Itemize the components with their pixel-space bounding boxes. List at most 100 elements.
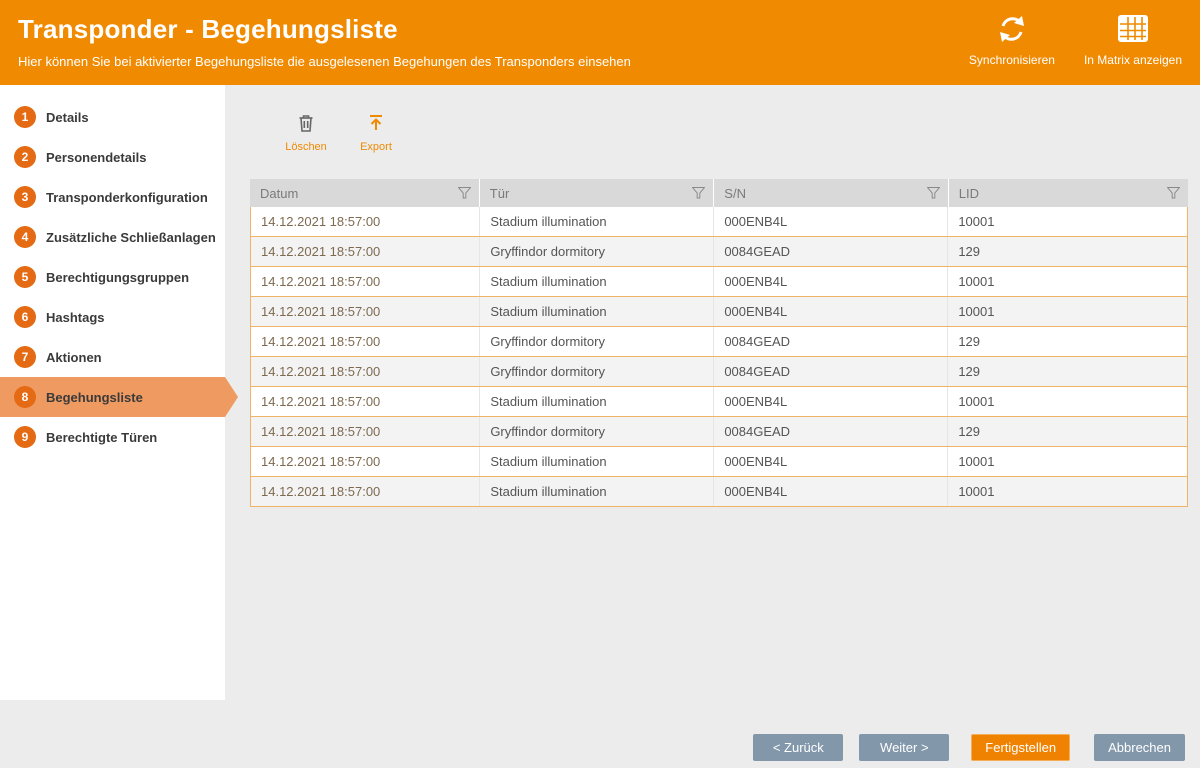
sidebar-item-label: Hashtags: [46, 310, 105, 325]
filter-icon[interactable]: [1167, 187, 1180, 199]
table-row[interactable]: 14.12.2021 18:57:00Gryffindor dormitory0…: [251, 357, 1187, 387]
sidebar-item-9[interactable]: 9Berechtigte Türen: [0, 417, 225, 457]
cell-datum: 14.12.2021 18:57:00: [251, 447, 480, 476]
content-area: Löschen Export DatumTürS/NLID 14.12.2: [225, 85, 1200, 700]
matrix-icon: [1117, 14, 1149, 49]
app-header: Transponder - Begehungsliste Hier können…: [0, 0, 1200, 85]
cell-tuer: Stadium illumination: [480, 477, 714, 506]
step-number-badge: 1: [14, 106, 36, 128]
cell-datum: 14.12.2021 18:57:00: [251, 297, 480, 326]
export-button[interactable]: Export: [350, 113, 402, 153]
column-header-1[interactable]: Datum: [250, 179, 480, 207]
step-number-badge: 8: [14, 386, 36, 408]
cell-lid: 129: [948, 237, 1187, 266]
step-number-badge: 4: [14, 226, 36, 248]
cell-sn: 000ENB4L: [714, 207, 948, 236]
table-row[interactable]: 14.12.2021 18:57:00Gryffindor dormitory0…: [251, 417, 1187, 447]
finish-button[interactable]: Fertigstellen: [971, 734, 1070, 761]
cell-tuer: Gryffindor dormitory: [480, 327, 714, 356]
back-button[interactable]: < Zurück: [753, 734, 843, 761]
export-icon: [366, 113, 386, 138]
step-number-badge: 6: [14, 306, 36, 328]
column-header-label: Tür: [490, 186, 510, 201]
show-in-matrix-button[interactable]: In Matrix anzeigen: [1084, 14, 1182, 67]
table-row[interactable]: 14.12.2021 18:57:00Gryffindor dormitory0…: [251, 327, 1187, 357]
sidebar-item-label: Zusätzliche Schließanlagen: [46, 230, 216, 245]
column-header-label: S/N: [724, 186, 746, 201]
cell-datum: 14.12.2021 18:57:00: [251, 357, 480, 386]
table-body: 14.12.2021 18:57:00Stadium illumination0…: [250, 207, 1188, 507]
table-row[interactable]: 14.12.2021 18:57:00Stadium illumination0…: [251, 267, 1187, 297]
sidebar-item-5[interactable]: 5Berechtigungsgruppen: [0, 257, 225, 297]
filter-icon[interactable]: [458, 187, 471, 199]
column-header-4[interactable]: LID: [949, 179, 1188, 207]
column-header-3[interactable]: S/N: [714, 179, 949, 207]
sidebar-item-label: Berechtigungsgruppen: [46, 270, 189, 285]
cell-sn: 000ENB4L: [714, 447, 948, 476]
header-actions: Synchronisieren In Matrix anzeigen: [966, 14, 1182, 67]
table-row[interactable]: 14.12.2021 18:57:00Gryffindor dormitory0…: [251, 237, 1187, 267]
column-header-label: LID: [959, 186, 979, 201]
main-row: 1 Details 2Personendetails3Transponderkonf…: [0, 85, 1200, 700]
sidebar-item-label: Details: [46, 110, 89, 125]
cell-lid: 10001: [948, 207, 1187, 236]
cell-tuer: Gryffindor dormitory: [480, 417, 714, 446]
step-number-badge: 7: [14, 346, 36, 368]
sidebar-item-3[interactable]: 3Transponderkonfiguration: [0, 177, 225, 217]
delete-label: Löschen: [285, 141, 327, 153]
sidebar-item-2[interactable]: 2Personendetails: [0, 137, 225, 177]
sidebar-item-4[interactable]: 4 Zusätzliche Schließanlagen: [0, 217, 225, 257]
footer-bar: < Zurück Weiter > Fertigstellen Abbreche…: [0, 700, 1200, 768]
show-in-matrix-label: In Matrix anzeigen: [1084, 53, 1182, 67]
cell-sn: 0084GEAD: [714, 237, 948, 266]
cell-sn: 000ENB4L: [714, 477, 948, 506]
sidebar-item-label: Begehungsliste: [46, 390, 143, 405]
cell-tuer: Stadium illumination: [480, 387, 714, 416]
cancel-button[interactable]: Abbrechen: [1094, 734, 1185, 761]
cell-lid: 10001: [948, 447, 1187, 476]
table-row[interactable]: 14.12.2021 18:57:00Stadium illumination0…: [251, 297, 1187, 327]
cell-lid: 10001: [948, 267, 1187, 296]
cell-datum: 14.12.2021 18:57:00: [251, 267, 480, 296]
cell-lid: 129: [948, 417, 1187, 446]
table-row[interactable]: 14.12.2021 18:57:00Stadium illumination0…: [251, 207, 1187, 237]
table-header-row: Datum Tür S/N LID: [250, 179, 1188, 207]
cell-datum: 14.12.2021 18:57:00: [251, 207, 480, 236]
table-row[interactable]: 14.12.2021 18:57:00Stadium illumination0…: [251, 477, 1187, 507]
column-header-2[interactable]: Tür: [480, 179, 715, 207]
sidebar-item-label: Personendetails: [46, 150, 146, 165]
wizard-step-sidebar: 1 Details 2Personendetails3Transponderkonf…: [0, 85, 225, 700]
page-subtitle: Hier können Sie bei aktivierter Begehung…: [18, 54, 631, 69]
export-label: Export: [360, 141, 392, 153]
sync-icon: [997, 14, 1027, 49]
cell-tuer: Gryffindor dormitory: [480, 357, 714, 386]
cell-lid: 10001: [948, 477, 1187, 506]
cell-tuer: Stadium illumination: [480, 447, 714, 476]
step-number-badge: 9: [14, 426, 36, 448]
cell-datum: 14.12.2021 18:57:00: [251, 327, 480, 356]
table-row[interactable]: 14.12.2021 18:57:00Stadium illumination0…: [251, 387, 1187, 417]
cell-tuer: Gryffindor dormitory: [480, 237, 714, 266]
cell-lid: 129: [948, 357, 1187, 386]
delete-button[interactable]: Löschen: [280, 113, 332, 153]
synchronize-button[interactable]: Synchronisieren: [966, 14, 1058, 67]
sidebar-item-7[interactable]: 7 Aktionen: [0, 337, 225, 377]
cell-tuer: Stadium illumination: [480, 267, 714, 296]
cell-tuer: Stadium illumination: [480, 207, 714, 236]
sidebar-item-label: Aktionen: [46, 350, 102, 365]
sidebar-item-1[interactable]: 1 Details: [0, 97, 225, 137]
sidebar-item-6[interactable]: 6 Hashtags: [0, 297, 225, 337]
cell-sn: 0084GEAD: [714, 357, 948, 386]
filter-icon[interactable]: [692, 187, 705, 199]
sidebar-item-label: Transponderkonfiguration: [46, 190, 208, 205]
sidebar-item-8[interactable]: 8 Begehungsliste: [0, 377, 225, 417]
toolbar: Löschen Export: [280, 113, 1188, 153]
passage-list-table: DatumTürS/NLID 14.12.2021 18:57:00Stadiu…: [250, 179, 1188, 507]
table-row[interactable]: 14.12.2021 18:57:00Stadium illumination0…: [251, 447, 1187, 477]
cell-datum: 14.12.2021 18:57:00: [251, 237, 480, 266]
next-button[interactable]: Weiter >: [859, 734, 949, 761]
filter-icon[interactable]: [927, 187, 940, 199]
cell-sn: 000ENB4L: [714, 297, 948, 326]
cell-lid: 10001: [948, 297, 1187, 326]
trash-icon: [297, 113, 315, 138]
